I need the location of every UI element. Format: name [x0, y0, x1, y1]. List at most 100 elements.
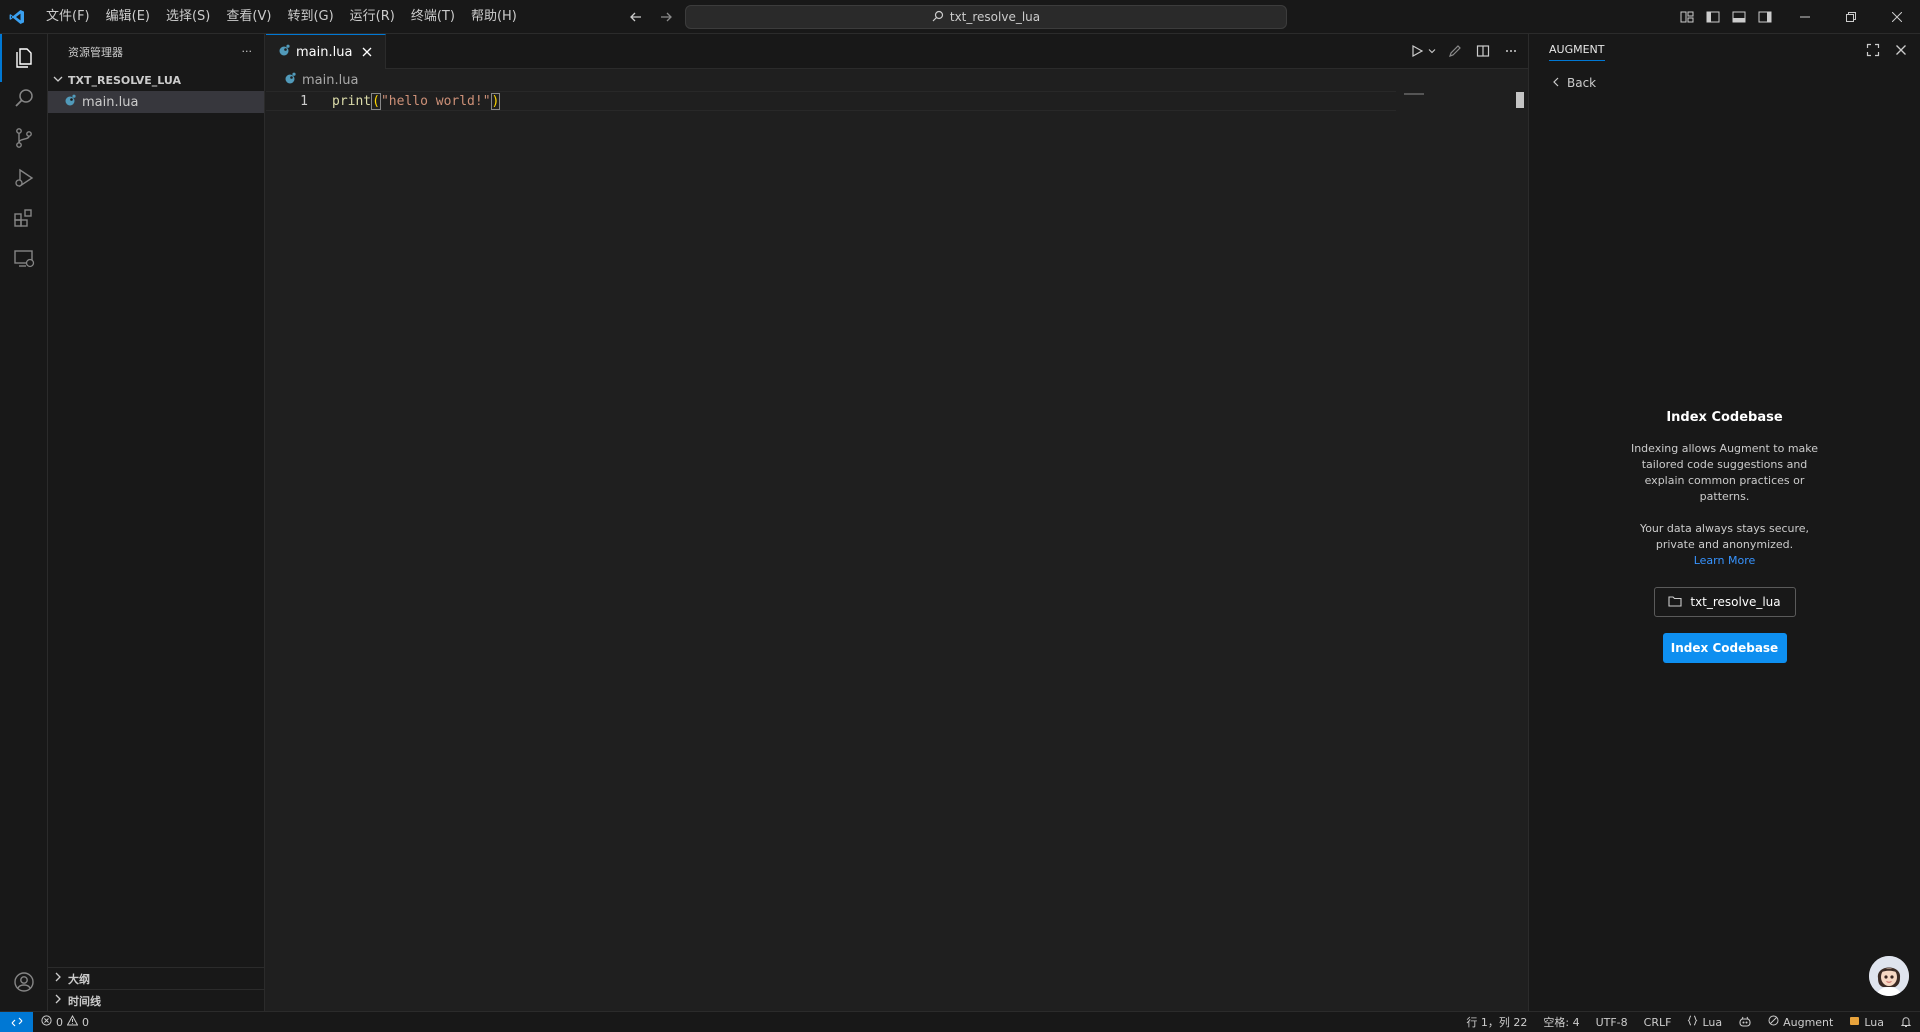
- more-actions-icon[interactable]: [1502, 42, 1520, 60]
- minimize-icon[interactable]: [1782, 0, 1828, 34]
- indentation[interactable]: 空格: 4: [1543, 1014, 1579, 1030]
- outline-section[interactable]: 大纲: [48, 967, 264, 989]
- breadcrumb-item[interactable]: main.lua: [302, 73, 358, 88]
- language-label: Lua: [1702, 1015, 1723, 1029]
- token-string: "hello world!": [380, 93, 491, 109]
- command-center-label: txt_resolve_lua: [949, 10, 1041, 24]
- timeline-section[interactable]: 时间线: [48, 989, 264, 1011]
- forward-arrow-icon[interactable]: [656, 7, 676, 27]
- chevron-left-icon: [1551, 76, 1561, 90]
- back-button[interactable]: Back: [1551, 76, 1596, 90]
- privacy-text: Your data always stays secure, private a…: [1639, 522, 1810, 551]
- close-window-icon[interactable]: [1874, 0, 1920, 34]
- maximize-panel-icon[interactable]: [1866, 43, 1880, 61]
- index-heading: Index Codebase: [1666, 410, 1783, 425]
- language-mode[interactable]: Lua: [1687, 1015, 1722, 1029]
- toggle-secondary-sidebar-icon[interactable]: [1756, 8, 1774, 26]
- chevron-right-icon: [52, 993, 64, 1008]
- problems-indicator[interactable]: 0 0: [41, 1014, 89, 1029]
- augment-panel: AUGMENT Back Index Codebase Indexing all…: [1529, 34, 1920, 1011]
- folder-select-button[interactable]: txt_resolve_lua: [1653, 587, 1796, 617]
- error-icon: [41, 1015, 52, 1029]
- close-panel-icon[interactable]: [1894, 43, 1908, 61]
- lua-file-icon: [284, 72, 296, 88]
- menu-terminal[interactable]: 终端(T): [403, 5, 463, 29]
- customize-layout-icon[interactable]: [1678, 8, 1696, 26]
- status-bar: 0 0 行 1，列 22 空格: 4 UTF-8 CRLF Lua Augmen…: [0, 1011, 1920, 1032]
- lua-file-icon: [64, 94, 76, 110]
- sidebar-title: 资源管理器: [68, 45, 123, 59]
- close-icon[interactable]: [359, 44, 375, 60]
- index-codebase-button[interactable]: Index Codebase: [1662, 633, 1787, 663]
- braces-icon: [1687, 1015, 1698, 1029]
- remote-explorer-icon[interactable]: [0, 234, 48, 282]
- augment-status[interactable]: Augment: [1768, 1015, 1833, 1029]
- menu-selection[interactable]: 选择(S): [158, 5, 218, 29]
- lua-extension-label: Lua: [1864, 1015, 1884, 1029]
- restore-icon[interactable]: [1828, 0, 1874, 34]
- run-dropdown-chevron-icon[interactable]: [1428, 42, 1436, 60]
- cursor-position[interactable]: 行 1，列 22: [1466, 1014, 1527, 1030]
- more-actions-icon[interactable]: ···: [242, 45, 253, 58]
- command-center[interactable]: txt_resolve_lua: [685, 5, 1287, 29]
- menu-run[interactable]: 运行(R): [342, 5, 403, 29]
- title-bar: 文件(F) 编辑(E) 选择(S) 查看(V) 转到(G) 运行(R) 终端(T…: [0, 0, 1920, 34]
- breadcrumb: main.lua: [266, 69, 1528, 91]
- outline-label: 大纲: [68, 972, 90, 986]
- activity-bar: 1: [0, 34, 48, 1032]
- toggle-primary-sidebar-icon[interactable]: [1704, 8, 1722, 26]
- minimap[interactable]: [1404, 93, 1424, 95]
- chevron-right-icon: [52, 971, 64, 986]
- explorer-sidebar: 资源管理器 ··· TXT_RESOLVE_LUA main.lua 大纲 时间…: [48, 34, 265, 1011]
- editor-tabs: main.lua: [266, 34, 1528, 69]
- vscode-logo-icon: [0, 0, 34, 34]
- token-function: print: [332, 93, 372, 109]
- augment-panel-title[interactable]: AUGMENT: [1549, 43, 1605, 61]
- timeline-label: 时间线: [68, 994, 101, 1008]
- folder-section-header[interactable]: TXT_RESOLVE_LUA: [48, 69, 264, 91]
- file-name: main.lua: [82, 94, 139, 110]
- lua-extension-icon: [1849, 1015, 1860, 1029]
- token-close-paren: ): [490, 92, 501, 110]
- code-editor[interactable]: 1 print("hello world!"): [266, 91, 1528, 991]
- folder-button-label: txt_resolve_lua: [1690, 595, 1781, 609]
- search-icon: [932, 10, 944, 25]
- chevron-down-icon: [52, 73, 64, 88]
- menu-go[interactable]: 转到(G): [279, 5, 341, 29]
- accounts-icon[interactable]: [0, 958, 48, 1006]
- line-number: 1: [300, 93, 308, 109]
- encoding[interactable]: UTF-8: [1596, 1016, 1628, 1029]
- menu-bar: 文件(F) 编辑(E) 选择(S) 查看(V) 转到(G) 运行(R) 终端(T…: [38, 0, 525, 34]
- warning-count: 0: [82, 1015, 89, 1029]
- menu-help[interactable]: 帮助(H): [463, 5, 525, 29]
- token-open-paren: (: [371, 92, 381, 110]
- editor-area: main.lua main.lua 1 print("hello world!"…: [266, 34, 1528, 1011]
- line-ending[interactable]: CRLF: [1644, 1016, 1672, 1029]
- edit-pencil-icon[interactable]: [1446, 42, 1464, 60]
- lua-file-icon: [278, 44, 290, 60]
- menu-view[interactable]: 查看(V): [218, 5, 279, 29]
- copilot-icon[interactable]: [1738, 1016, 1752, 1028]
- lua-extension-status[interactable]: Lua: [1849, 1015, 1884, 1029]
- tab-main-lua[interactable]: main.lua: [266, 34, 386, 69]
- index-description: Indexing allows Augment to make tailored…: [1630, 442, 1819, 503]
- toggle-panel-icon[interactable]: [1730, 8, 1748, 26]
- learn-more-link[interactable]: Learn More: [1529, 553, 1920, 569]
- menu-file[interactable]: 文件(F): [38, 5, 98, 29]
- run-file-icon[interactable]: [1408, 42, 1426, 60]
- file-item-main-lua[interactable]: main.lua: [48, 91, 264, 113]
- warning-icon: [66, 1014, 79, 1029]
- index-codebase-card: Index Codebase Indexing allows Augment t…: [1529, 410, 1920, 663]
- folder-icon: [1668, 595, 1682, 610]
- back-arrow-icon[interactable]: [626, 7, 646, 27]
- code-line[interactable]: 1 print("hello world!"): [266, 91, 1396, 111]
- augment-status-label: Augment: [1783, 1015, 1834, 1029]
- split-editor-icon[interactable]: [1474, 42, 1492, 60]
- notifications-bell-icon[interactable]: [1900, 1016, 1912, 1028]
- code-text: print("hello world!"): [332, 92, 501, 110]
- scrollbar-marker[interactable]: [1516, 92, 1524, 108]
- assistant-avatar[interactable]: [1869, 956, 1909, 996]
- back-label: Back: [1567, 76, 1597, 90]
- menu-edit[interactable]: 编辑(E): [98, 5, 158, 29]
- remote-indicator-icon[interactable]: [0, 1011, 33, 1032]
